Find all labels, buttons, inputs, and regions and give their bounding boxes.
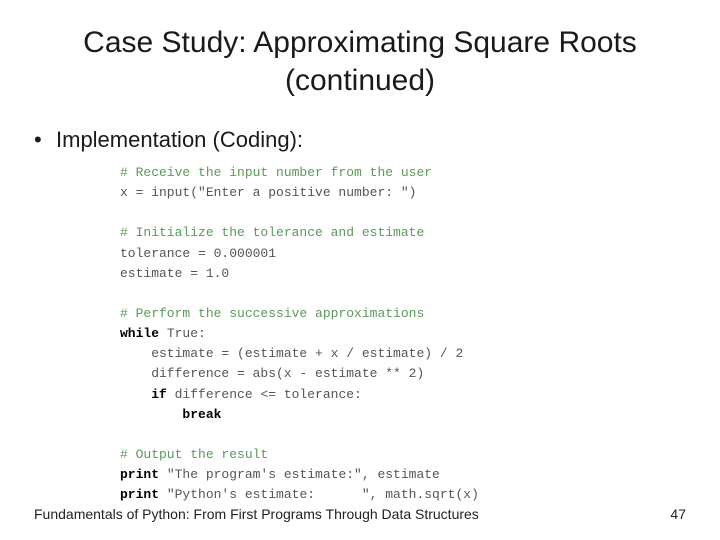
code-line: "The program's estimate:", estimate — [159, 467, 440, 482]
code-comment: # Initialize the tolerance and estimate — [120, 225, 424, 240]
slide: Case Study: Approximating Square Roots (… — [0, 0, 720, 540]
code-indent — [120, 407, 182, 422]
code-line: estimate = (estimate + x / estimate) / 2 — [120, 346, 463, 361]
code-comment: # Receive the input number from the user — [120, 165, 432, 180]
code-line: True: — [159, 326, 206, 341]
code-line: "Python's estimate: ", math.sqrt(x) — [159, 487, 479, 502]
code-keyword: while — [120, 326, 159, 341]
code-keyword: if — [151, 387, 167, 402]
code-indent — [120, 387, 151, 402]
code-block: # Receive the input number from the user… — [0, 163, 720, 505]
code-keyword: print — [120, 467, 159, 482]
code-line: difference <= tolerance: — [167, 387, 362, 402]
bullet-item: • Implementation (Coding): — [0, 127, 720, 153]
code-comment: # Output the result — [120, 447, 268, 462]
code-line: difference = abs(x - estimate ** 2) — [120, 366, 424, 381]
code-line: tolerance = 0.000001 — [120, 246, 276, 261]
code-keyword: print — [120, 487, 159, 502]
bullet-text: Implementation (Coding): — [56, 127, 303, 153]
slide-title: Case Study: Approximating Square Roots (… — [0, 0, 720, 99]
footer-source: Fundamentals of Python: From First Progr… — [34, 506, 479, 522]
page-number: 47 — [670, 506, 686, 522]
code-keyword: break — [182, 407, 221, 422]
bullet-marker: • — [34, 127, 56, 153]
slide-footer: Fundamentals of Python: From First Progr… — [34, 506, 686, 522]
code-line: x = input("Enter a positive number: ") — [120, 185, 416, 200]
code-comment: # Perform the successive approximations — [120, 306, 424, 321]
code-line: estimate = 1.0 — [120, 266, 229, 281]
